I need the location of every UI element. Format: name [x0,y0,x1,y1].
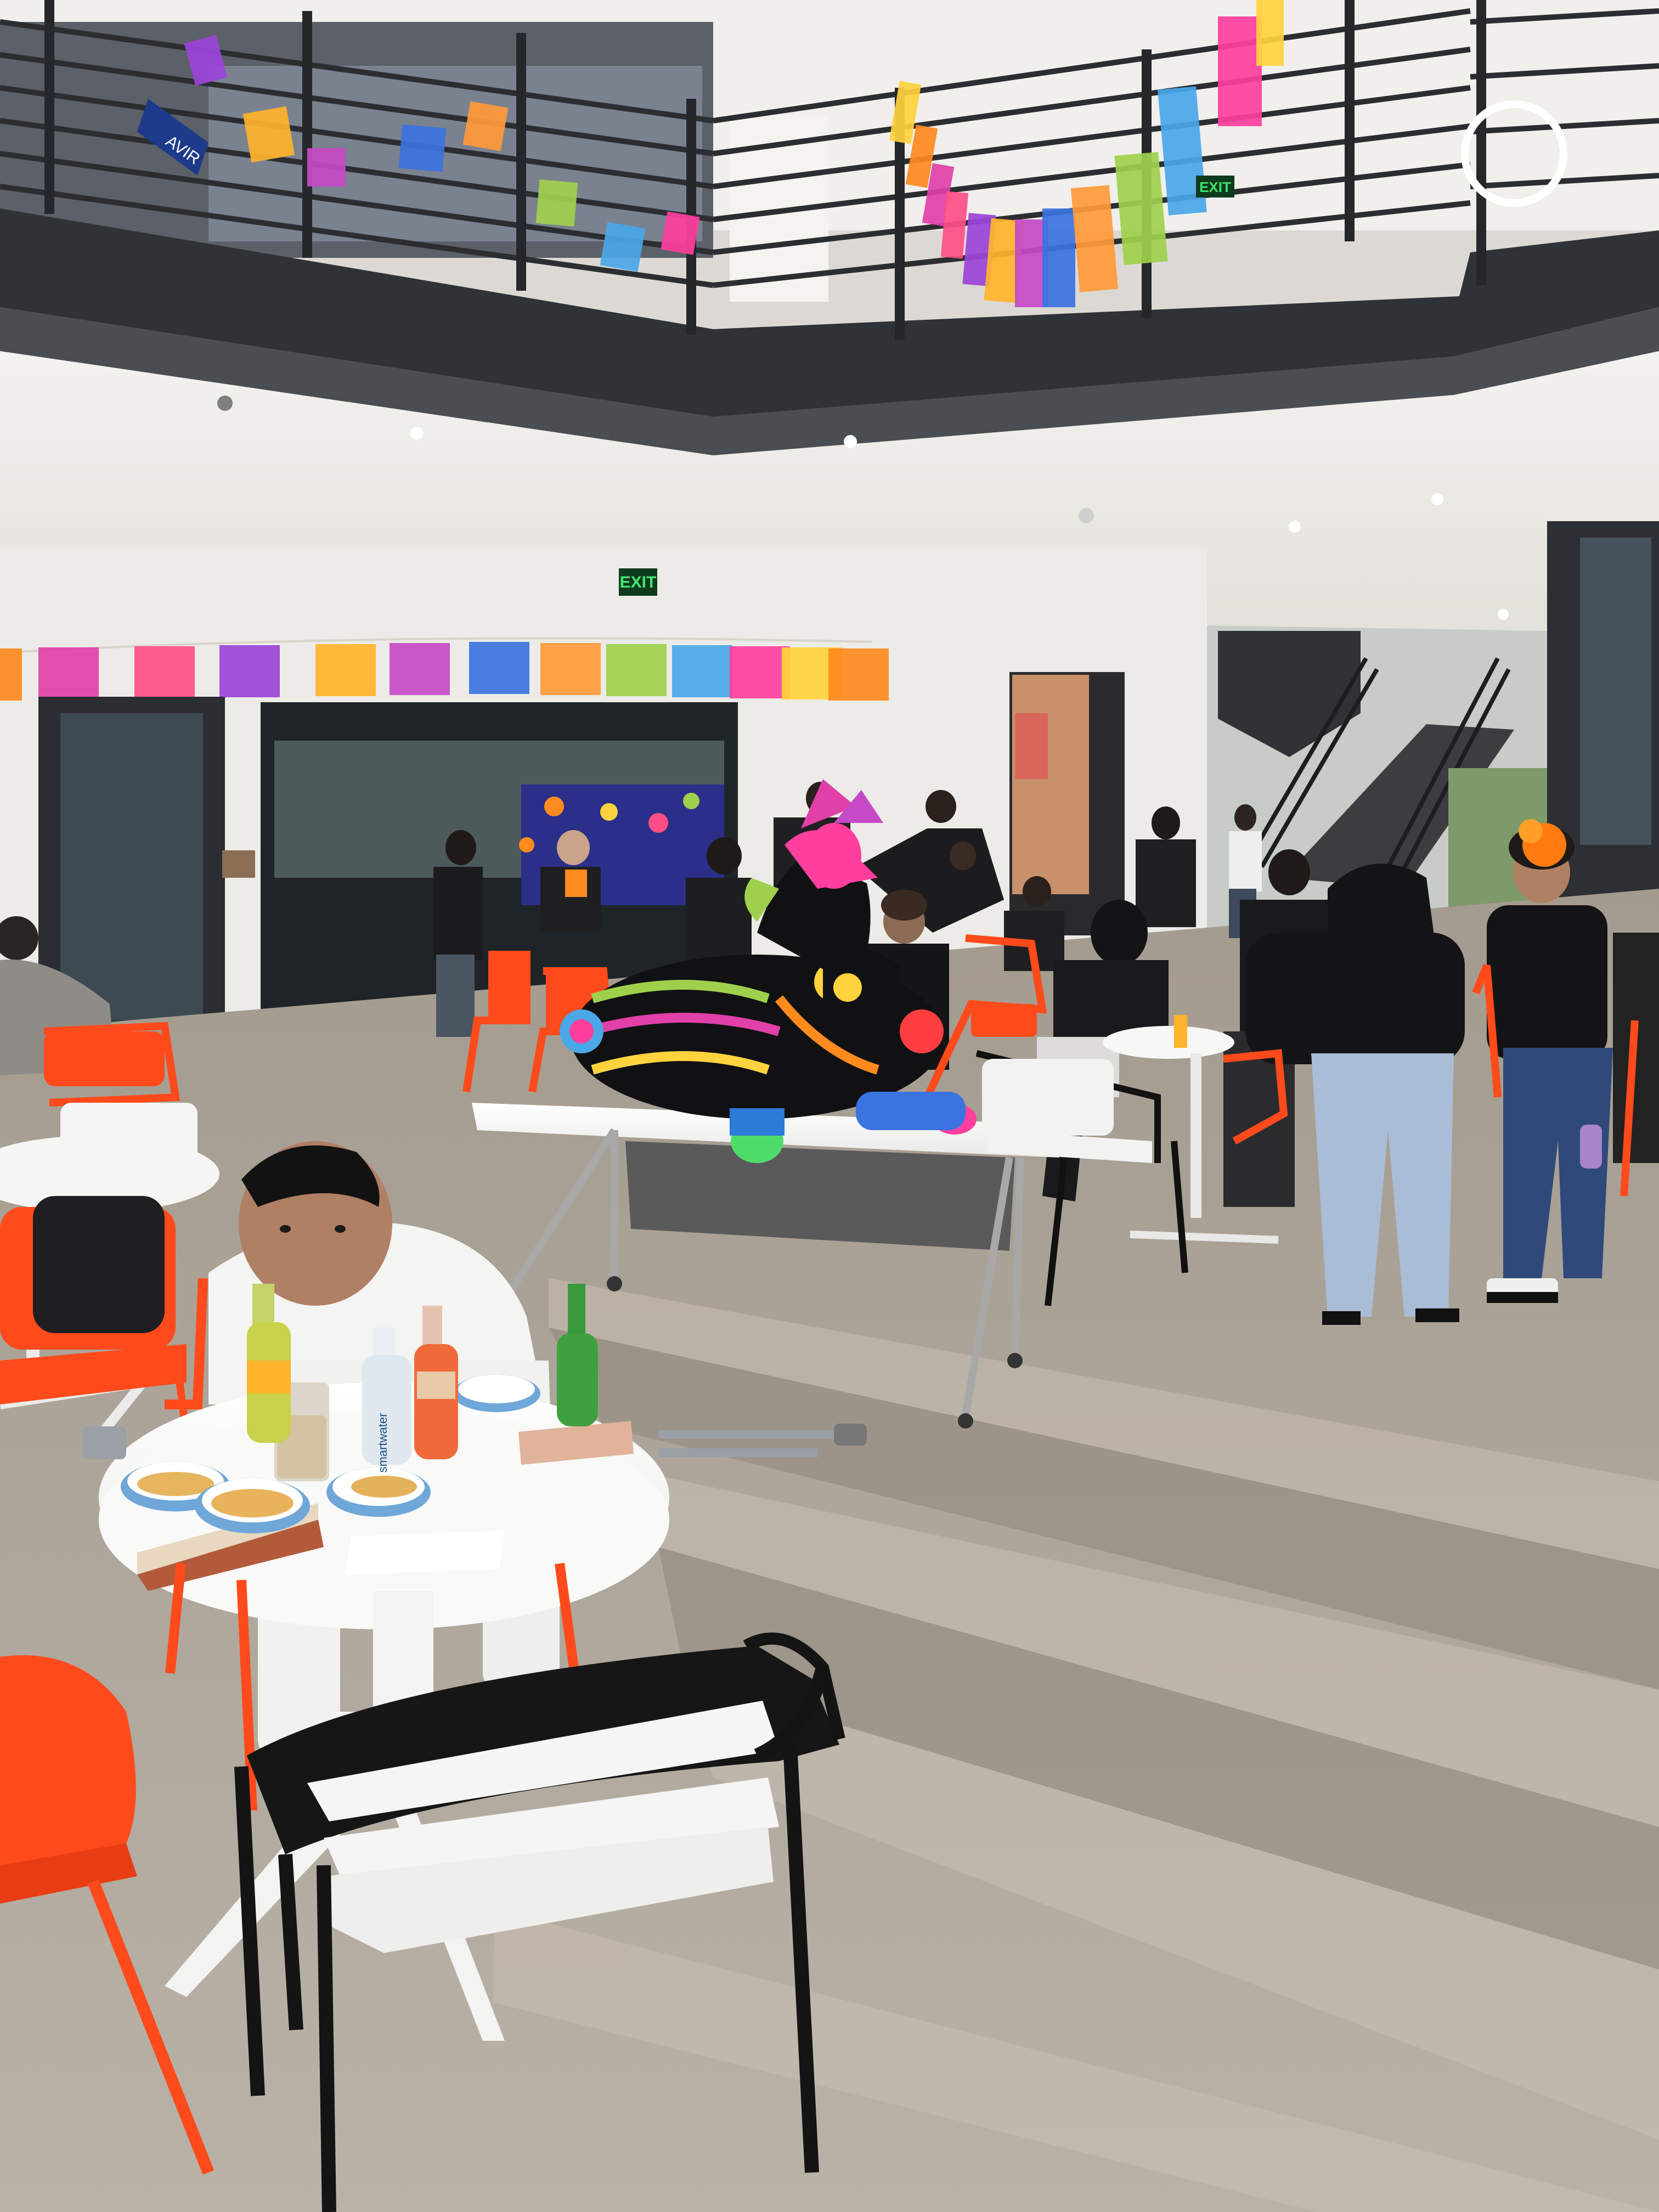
colorful-tile-wall [1012,675,1089,894]
left-door-glass [60,713,203,1020]
scene-canvas: AVIR EXIT EXIT smartwater [0,0,1659,2212]
upper-papel-picado-flag [1256,0,1284,66]
papel-picado-flag [219,645,280,697]
papel-picado-flag [390,643,450,695]
papel-picado-flag [672,645,732,697]
papel-picado-flag [134,646,195,698]
exit-sign: EXIT [619,568,657,596]
papel-picado-flag [0,648,22,701]
upper-papel-picado-flag [307,148,346,187]
upper-exit-sign: EXIT [1196,176,1234,198]
tile-accent [1015,713,1048,779]
upper-papel-picado-flag [462,101,509,151]
upper-papel-picado-flag [1042,208,1075,307]
photo-scene: AVIR EXIT EXIT smartwater [0,0,1659,2212]
water-bottle-label: smartwater [376,1413,390,1473]
upper-papel-picado-flag [600,222,646,272]
papel-picado-flag [469,642,529,694]
papel-picado-flag [540,643,601,695]
upper-papel-picado-flag [242,106,295,163]
upper-exit-text: EXIT [1199,179,1231,195]
right-glass-pane [1580,538,1651,845]
upper-papel-picado-flag [1218,16,1262,126]
upper-papel-picado-flag [535,179,578,227]
papel-picado-flag [828,648,889,701]
wall-sign [222,850,255,878]
upper-papel-picado-flag [661,211,700,255]
exit-sign-text: EXIT [620,573,657,591]
papel-picado-flag [38,647,99,699]
papel-picado-flag [730,646,790,698]
papel-picado-flag [315,644,376,696]
upper-papel-picado-flag [398,124,447,172]
papel-picado-flag [606,644,667,696]
